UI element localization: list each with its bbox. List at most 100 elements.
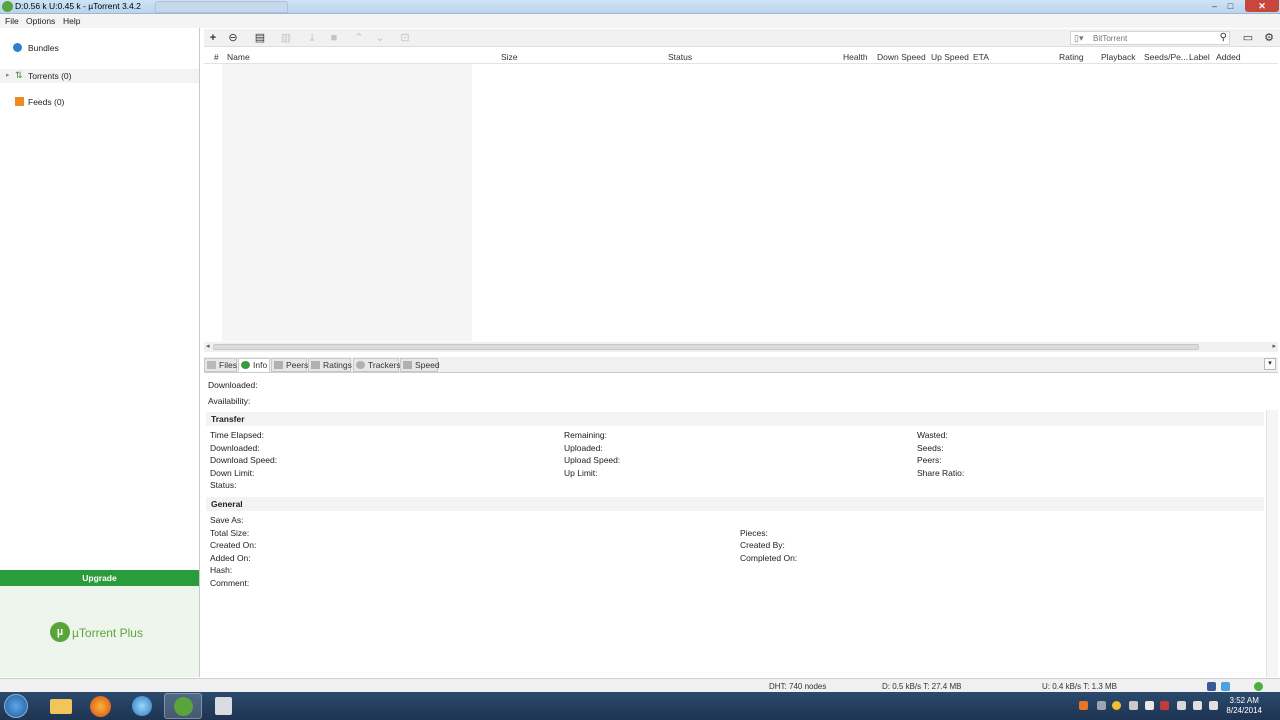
- close-icon[interactable]: ✕: [1245, 0, 1279, 12]
- sidebar-item-torrents[interactable]: ▸ ⇅ Torrents (0): [0, 69, 199, 83]
- collapse-details-icon[interactable]: ▾: [1264, 358, 1276, 370]
- sidebar-item-feeds[interactable]: Feeds (0): [0, 95, 199, 109]
- background-window-tab[interactable]: [155, 1, 288, 13]
- name-column-area: [222, 64, 472, 341]
- col-status[interactable]: Status: [668, 52, 692, 62]
- col-label[interactable]: Label: [1189, 52, 1210, 62]
- action-center-flag-icon[interactable]: [1145, 701, 1154, 710]
- vertical-scrollbar[interactable]: [1266, 410, 1278, 677]
- remove-icon[interactable]: ▥: [279, 31, 293, 45]
- twitter-icon[interactable]: [1221, 682, 1230, 691]
- start-icon[interactable]: ⤓: [305, 31, 319, 45]
- expand-arrow-icon[interactable]: ▸: [6, 71, 12, 80]
- utorrent-taskbar-icon[interactable]: [164, 693, 202, 719]
- status-label: Status:: [210, 480, 237, 490]
- menu-help[interactable]: Help: [63, 16, 80, 26]
- connection-ok-icon[interactable]: [1254, 682, 1263, 691]
- scroll-left-icon[interactable]: ◂: [206, 342, 210, 350]
- start-button-icon[interactable]: [4, 694, 28, 718]
- uploaded-label: Uploaded:: [564, 443, 603, 453]
- stop-icon[interactable]: ■: [327, 31, 341, 45]
- col-up-speed[interactable]: Up Speed: [931, 52, 969, 62]
- tray-weather-icon[interactable]: [1112, 701, 1121, 710]
- scrollbar-thumb[interactable]: [213, 344, 1199, 350]
- add-torrent-icon[interactable]: +: [206, 31, 220, 45]
- network-icon[interactable]: [1193, 701, 1202, 710]
- share-ratio-label: Share Ratio:: [917, 468, 965, 478]
- col-eta[interactable]: ETA: [973, 52, 989, 62]
- col-seeds-peers[interactable]: Seeds/Pe...: [1144, 52, 1188, 62]
- tray-security-icon[interactable]: [1160, 701, 1169, 710]
- create-torrent-icon[interactable]: ▤: [253, 31, 267, 45]
- clock-date: 8/24/2014: [1226, 706, 1262, 715]
- col-down-speed[interactable]: Down Speed: [877, 52, 926, 62]
- sidebar-item-bundles[interactable]: Bundles: [0, 41, 199, 55]
- tab-trackers[interactable]: Trackers: [353, 358, 401, 372]
- add-url-icon[interactable]: ⊖: [226, 31, 240, 45]
- tray-ati-icon[interactable]: [1129, 701, 1138, 710]
- search-input[interactable]: [1093, 33, 1198, 44]
- itunes-icon[interactable]: [123, 693, 161, 719]
- title-bar: D:0.56 k U:0.45 k - µTorrent 3.4.2 – □ ✕: [0, 0, 1280, 14]
- col-added[interactable]: Added: [1216, 52, 1241, 62]
- upload-status: U: 0.4 kB/s T: 1.3 MB: [1042, 682, 1117, 691]
- created-by-label: Created By:: [740, 540, 785, 550]
- utorrent-plus-promo[interactable]: µ µTorrent Plus: [0, 586, 199, 677]
- volume-icon[interactable]: [1209, 701, 1218, 710]
- seeds-label: Seeds:: [917, 443, 944, 453]
- search-provider-icon[interactable]: ▯▾: [1074, 33, 1084, 43]
- menu-options[interactable]: Options: [26, 16, 55, 26]
- sidebar-item-label: Feeds (0): [28, 97, 65, 107]
- col-playback[interactable]: Playback: [1101, 52, 1136, 62]
- toolbar: + ⊖ ▤ ▥ ⤓ ■ ⌃ ⌄ ⊡ ▯▾ ⚲ ▭ ⚙: [204, 29, 1280, 47]
- upgrade-button[interactable]: Upgrade: [0, 570, 199, 586]
- window-title: D:0.56 k U:0.45 k - µTorrent 3.4.2: [15, 1, 141, 11]
- download-status: D: 0.5 kB/s T: 27.4 MB: [882, 682, 962, 691]
- settings-icon[interactable]: ⚙: [1262, 31, 1276, 45]
- facebook-icon[interactable]: [1207, 682, 1216, 691]
- torrent-list[interactable]: [204, 64, 1278, 341]
- unlock-icon[interactable]: ⊡: [398, 31, 412, 45]
- remote-icon[interactable]: ▭: [1241, 31, 1255, 45]
- move-up-icon[interactable]: ⌃: [352, 31, 366, 45]
- col-rating[interactable]: Rating: [1059, 52, 1084, 62]
- firefox-icon[interactable]: [82, 693, 120, 719]
- horizontal-scrollbar[interactable]: ◂ ▸: [204, 342, 1278, 352]
- search-box[interactable]: ▯▾ ⚲: [1070, 31, 1230, 45]
- col-health[interactable]: Health: [843, 52, 868, 62]
- tab-peers[interactable]: Peers: [271, 358, 308, 372]
- calculator-icon[interactable]: [205, 693, 243, 719]
- bundles-icon: [13, 43, 22, 52]
- dht-status: DHT: 740 nodes: [769, 682, 827, 691]
- time-elapsed-label: Time Elapsed:: [210, 430, 265, 440]
- folder-icon: [207, 361, 216, 369]
- tray-usb-icon[interactable]: [1177, 701, 1186, 710]
- sidebar-item-label: Torrents (0): [28, 71, 72, 81]
- notification-arrow-icon[interactable]: [1079, 701, 1088, 710]
- utorrent-logo-icon: µ: [50, 622, 70, 642]
- col-size[interactable]: Size: [501, 52, 518, 62]
- tab-info[interactable]: Info: [238, 358, 270, 372]
- move-down-icon[interactable]: ⌄: [373, 31, 387, 45]
- added-on-label: Added On:: [210, 553, 251, 563]
- down-limit-label: Down Limit:: [210, 468, 255, 478]
- tray-app-icon[interactable]: [1097, 701, 1106, 710]
- scroll-right-icon[interactable]: ▸: [1272, 342, 1276, 350]
- tab-ratings[interactable]: Ratings: [308, 358, 352, 372]
- search-icon[interactable]: ⚲: [1220, 32, 1227, 43]
- detail-tab-bar: Files Info Peers Ratings Trackers Speed …: [204, 357, 1278, 373]
- maximize-icon[interactable]: □: [1225, 0, 1236, 12]
- info-icon: [241, 361, 250, 369]
- col-number[interactable]: #: [214, 52, 219, 62]
- tab-files[interactable]: Files: [204, 358, 237, 372]
- menu-file[interactable]: File: [5, 16, 19, 26]
- general-section-title: General: [206, 497, 1264, 511]
- minimize-icon[interactable]: –: [1209, 0, 1220, 12]
- upload-speed-label: Upload Speed:: [564, 455, 621, 465]
- save-as-label: Save As:: [210, 515, 244, 525]
- col-name[interactable]: Name: [227, 52, 250, 62]
- file-explorer-icon[interactable]: [42, 693, 80, 719]
- tab-speed[interactable]: Speed: [400, 358, 440, 372]
- total-size-label: Total Size:: [210, 528, 250, 538]
- system-clock[interactable]: 3:52 AM 8/24/2014: [1226, 696, 1262, 716]
